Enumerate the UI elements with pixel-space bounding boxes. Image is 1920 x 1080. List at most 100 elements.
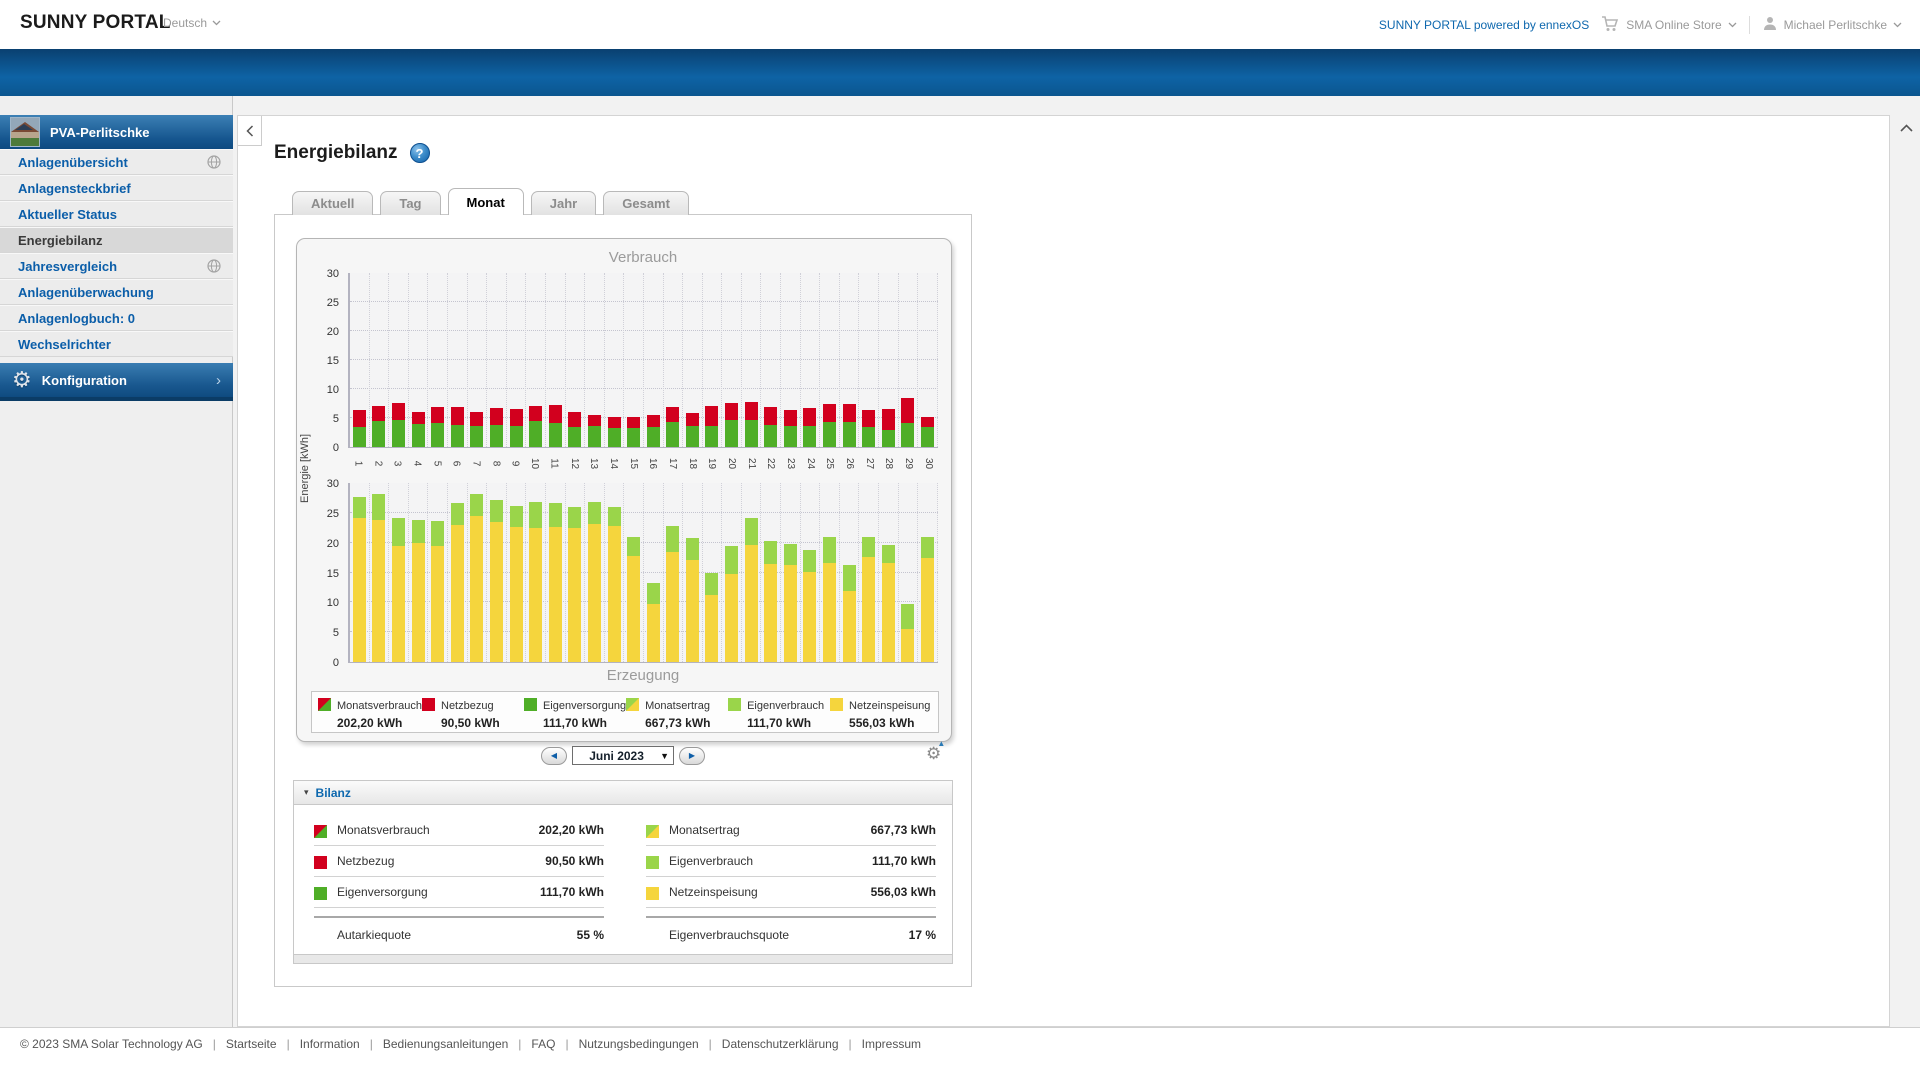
bar-day-17: [664, 483, 684, 662]
x-axis-label: 26: [844, 457, 856, 470]
sidebar-item-anlagenlogbuch[interactable]: Anlagenlogbuch: 0: [0, 305, 233, 331]
bar-day-5: [428, 483, 448, 662]
chart-settings-gear-icon[interactable]: ⚙ ▲: [926, 739, 945, 764]
footer-link-bedienungsanleitungen[interactable]: Bedienungsanleitungen: [383, 1037, 508, 1051]
y-axis-ticks-bottom: 0 5 10 15 20 25 30: [326, 478, 339, 669]
sidebar-item-anlagensteckbrief[interactable]: Anlagensteckbrief: [0, 175, 233, 201]
x-axis-label: 11: [549, 458, 561, 469]
bar-day-12: [566, 273, 586, 447]
bar-day-19: [703, 273, 723, 447]
tab-bar: Aktuell Tag Monat Jahr Gesamt: [292, 188, 689, 215]
bar-day-25: [820, 273, 840, 447]
legend-chip: [626, 698, 640, 711]
footer-link-startseite[interactable]: Startseite: [226, 1037, 277, 1051]
bar-day-25: [820, 483, 840, 662]
bar-day-10: [526, 483, 546, 662]
store-link[interactable]: SMA Online Store: [1601, 15, 1737, 35]
bar-day-9: [507, 273, 527, 447]
month-select[interactable]: Juni 2023 ▼: [572, 746, 674, 765]
bar-day-2: [370, 273, 390, 447]
bar-day-27: [859, 273, 880, 447]
footer-link-information[interactable]: Information: [300, 1037, 360, 1051]
footer-link-faq[interactable]: FAQ: [531, 1037, 555, 1051]
energy-chart-box: Verbrauch Energie [kWh] 0 5 10 15 20 25 30 123…: [296, 238, 952, 742]
bar-day-3: [389, 273, 409, 447]
tab-tag[interactable]: Tag: [380, 191, 441, 215]
plant-header[interactable]: PVA-Perlitschke: [0, 115, 233, 149]
copyright-text: © 2023 SMA Solar Technology AG: [20, 1037, 203, 1051]
x-axis-label: 6: [450, 460, 462, 467]
sidebar-nav: Anlagenübersicht Anlagensteckbrief Aktue…: [0, 149, 233, 357]
scroll-top-button[interactable]: [1894, 116, 1918, 140]
x-axis-label: 18: [686, 457, 698, 470]
tab-jahr[interactable]: Jahr: [530, 191, 597, 215]
sidebar-item-anlagenuebersicht[interactable]: Anlagenübersicht: [0, 149, 233, 175]
x-axis-label: 29: [903, 457, 915, 470]
bar-day-17: [664, 273, 684, 447]
powered-by-link[interactable]: SUNNY PORTAL powered by ennexOS: [1379, 18, 1589, 32]
legend-netzeinspeisung: Netzeinspeisung 556,03 kWh: [830, 696, 932, 730]
bilanz-row-eigenverbrauch: Eigenverbrauch 111,70 kWh: [646, 846, 936, 877]
sidebar-collapse-button[interactable]: [238, 116, 262, 146]
sunny-portal-logo: SUNNY PORTAL: [20, 12, 171, 33]
x-axis-label: 13: [588, 457, 600, 470]
bilanz-row-netzeinspeisung: Netzeinspeisung 556,03 kWh: [646, 877, 936, 908]
sidebar-item-energiebilanz[interactable]: Energiebilanz: [0, 227, 233, 253]
bilanz-header[interactable]: ▾ Bilanz: [294, 781, 952, 805]
bar-day-5: [428, 273, 448, 447]
bar-day-8: [487, 483, 507, 662]
x-axis-label: 25: [824, 457, 836, 470]
x-axis-label: 10: [529, 457, 541, 470]
month-navigation: ◀ Juni 2023 ▼ ▶: [541, 746, 705, 765]
user-menu[interactable]: Michael Perlitschke: [1762, 15, 1902, 34]
footer-link-nutzungsbedingungen[interactable]: Nutzungsbedingungen: [579, 1037, 699, 1051]
bar-day-21: [742, 273, 762, 447]
color-chip: [314, 855, 327, 869]
bar-day-11: [546, 483, 566, 662]
cart-icon: [1601, 15, 1620, 35]
bilanz-row-monatsertrag: Monatsertrag 667,73 kWh: [646, 815, 936, 846]
sidebar-item-jahresvergleich[interactable]: Jahresvergleich: [0, 253, 233, 279]
x-axis-label: 15: [627, 457, 639, 470]
sidebar-item-konfiguration[interactable]: ⚙ Konfiguration ›: [0, 363, 233, 397]
bilanz-left-column: Monatsverbrauch 202,20 kWh Netzbezug 90,…: [314, 805, 604, 950]
bilanz-row-autarkiequote: Autarkiequote 55 %: [337, 928, 604, 942]
legend-chip: [728, 698, 742, 711]
bar-day-26: [840, 483, 860, 662]
sidebar-item-wechselrichter[interactable]: Wechselrichter: [0, 331, 233, 357]
bilanz-row-monatsverbrauch: Monatsverbrauch 202,20 kWh: [314, 815, 604, 846]
bilanz-right-column: Monatsertrag 667,73 kWh Eigenverbrauch 1…: [646, 805, 936, 950]
help-icon[interactable]: ?: [409, 143, 430, 163]
sidebar-item-anlagenueberwachung[interactable]: Anlagenüberwachung: [0, 279, 233, 305]
divider: [314, 916, 604, 918]
bar-day-23: [781, 273, 801, 447]
tab-monat[interactable]: Monat: [447, 188, 524, 215]
bilanz-panel: ▾ Bilanz Monatsverbrauch 202,20 kWh Netz…: [293, 780, 953, 964]
color-chip: [314, 824, 327, 838]
bilanz-row-eigenversorgung: Eigenversorgung 111,70 kWh: [314, 877, 604, 908]
next-month-button[interactable]: ▶: [679, 746, 705, 765]
bar-day-2: [370, 483, 390, 662]
legend-chip: [523, 698, 537, 711]
bar-day-27: [859, 483, 880, 662]
x-axis-label: 2: [372, 460, 383, 467]
bar-day-13: [585, 273, 605, 447]
footer-link-datenschutzerklaerung[interactable]: Datenschutzerklärung: [722, 1037, 839, 1051]
x-axis-label: 16: [647, 457, 659, 470]
bar-day-28: [879, 273, 899, 447]
sidebar-item-aktueller-status[interactable]: Aktueller Status: [0, 201, 233, 227]
chevron-down-icon: [1893, 22, 1902, 28]
x-axis-label: 20: [726, 457, 738, 470]
bar-day-20: [722, 273, 742, 447]
x-axis-label: 14: [608, 457, 620, 470]
bar-day-23: [781, 483, 801, 662]
chevron-down-icon: [1728, 22, 1737, 28]
footer-link-impressum[interactable]: Impressum: [862, 1037, 921, 1051]
previous-month-button[interactable]: ◀: [541, 746, 567, 765]
bar-day-15: [624, 273, 644, 447]
color-chip: [646, 855, 659, 869]
language-selector[interactable]: Deutsch: [163, 16, 221, 30]
tab-gesamt[interactable]: Gesamt: [603, 191, 689, 215]
x-axis-label: 21: [745, 457, 757, 470]
tab-aktuell[interactable]: Aktuell: [292, 191, 374, 215]
